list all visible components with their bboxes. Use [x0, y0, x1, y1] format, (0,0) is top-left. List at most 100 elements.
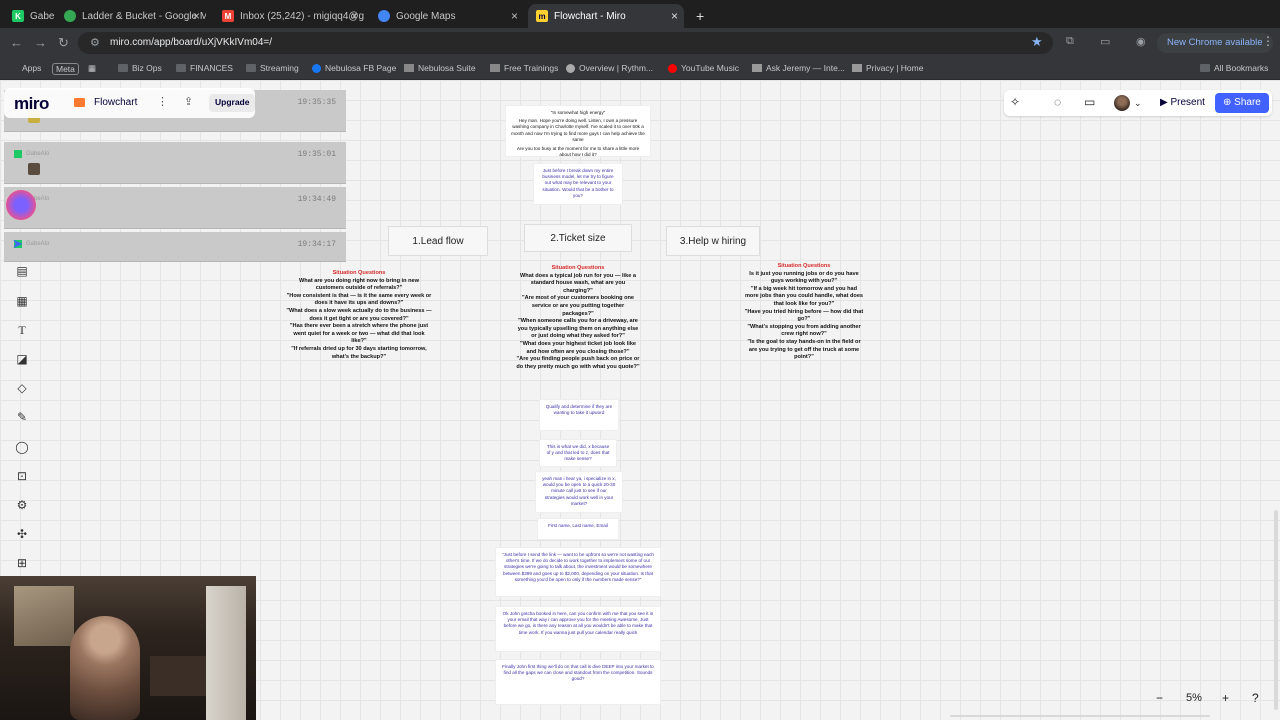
help-hiring-shape[interactable]: 3.Help w hiring	[666, 226, 760, 256]
templates-icon[interactable]: ▤	[13, 262, 31, 280]
sq-line: Is it just you running jobs or do you ha…	[749, 270, 859, 285]
video-icon[interactable]: ▭	[1084, 95, 1095, 109]
shapes-icon[interactable]: ◇	[13, 379, 31, 397]
upgrade-button[interactable]: Upgrade	[209, 94, 256, 112]
sq-heading: Situation Questions	[777, 263, 831, 269]
site-info-icon[interactable]: ⚙	[90, 36, 100, 49]
cast-icon[interactable]: ▭	[1100, 35, 1110, 48]
opener-line1: Hey man. Hope you're doing well. Listen,…	[511, 118, 645, 142]
add-more-icon[interactable]: ⊞	[13, 554, 31, 572]
profile-icon[interactable]: ◉	[1136, 35, 1146, 48]
bookmark-nebulosa-fb[interactable]: Nebulosa FB Page	[312, 63, 396, 73]
situation-questions-lead-flow[interactable]: Situation Questions What are you doing r…	[286, 270, 432, 361]
google-maps-icon	[378, 10, 390, 22]
finally-note[interactable]: Finally John first thing we'll do on tha…	[496, 660, 660, 704]
frame-crop-icon[interactable]: ⊡	[13, 467, 31, 485]
bookmark-nebulosa-suite[interactable]: Nebulosa Suite	[404, 63, 476, 73]
apps-grid-icon[interactable]: ▦	[88, 63, 96, 74]
apps-icon[interactable]: ⚙	[13, 496, 31, 514]
board-menu-icon[interactable]: ⋮	[157, 95, 168, 108]
ok-john-note[interactable]: Ok John gotcha booked in here, can you c…	[496, 607, 660, 651]
page-icon	[490, 64, 500, 72]
horizontal-scrollbar[interactable]	[950, 715, 1210, 717]
new-tab-button[interactable]: +	[688, 4, 708, 28]
tab-google-maps[interactable]: Google Maps ×	[370, 4, 524, 28]
sq-line: "What does your highest ticket job look …	[519, 340, 637, 355]
help-icon[interactable]: ?	[1252, 691, 1259, 705]
kajabi-icon: K	[12, 10, 24, 22]
vertical-scrollbar[interactable]	[1274, 510, 1278, 710]
this-is-what-we-did-note[interactable]: This is what we did, x because of y and …	[540, 440, 616, 466]
bookmark-streaming[interactable]: Streaming	[246, 63, 299, 73]
comment-icon[interactable]: ◯	[13, 438, 31, 456]
ticket-size-shape[interactable]: 2.Ticket size	[524, 224, 632, 252]
sq-line: "What does a slow week actually do to th…	[286, 307, 432, 322]
before-breakdown-note[interactable]: Just before I break down my entire busin…	[534, 164, 622, 204]
situation-questions-hiring[interactable]: Situation Questions Is it just you runni…	[744, 263, 864, 362]
opener-title: "In somewhat high energy"	[550, 110, 606, 115]
chrome-menu-icon[interactable]: ⋮	[1262, 34, 1274, 48]
share-button[interactable]: ⊕ Share	[1215, 93, 1269, 113]
back-icon[interactable]: ←	[10, 35, 23, 50]
reload-icon[interactable]: ↻	[58, 35, 69, 51]
close-icon[interactable]: ×	[671, 9, 678, 23]
pen-icon[interactable]: ✎	[13, 408, 31, 426]
bookmark-apps[interactable]: Apps	[22, 63, 41, 73]
chat-sender: GabeAlo	[14, 150, 49, 158]
bookmark-star-icon[interactable]: ★	[1031, 34, 1043, 50]
chat-icon[interactable]: ◌	[1054, 95, 1061, 109]
sticky-note-icon[interactable]: ◪	[13, 350, 31, 368]
cursor-arrow-icon[interactable]: ➤	[12, 236, 23, 252]
connector-icon[interactable]: ✣	[13, 525, 31, 543]
extensions-icon[interactable]: ⧉	[1066, 35, 1074, 48]
bookmark-overview-rythm[interactable]: Overview | Rythm...	[566, 63, 653, 73]
opener-note[interactable]: "In somewhat high energy" Hey man. Hope …	[506, 106, 650, 157]
tab-ladder-bucket[interactable]: Ladder & Bucket - Google M ×	[56, 4, 206, 28]
url-field[interactable]: ⚙ miro.com/app/board/uXjVKkIVm04=/	[78, 32, 1053, 54]
bookmark-youtube-music[interactable]: YouTube Music	[668, 63, 739, 73]
frame-icon[interactable]: ▦	[13, 292, 31, 310]
sq-line: "What's stopping you from adding another…	[747, 323, 861, 338]
board-name[interactable]: Flowchart	[94, 97, 137, 108]
tab-flowchart-miro[interactable]: m Flowchart - Miro ×	[528, 4, 684, 28]
close-icon[interactable]: ×	[193, 9, 200, 23]
text-icon[interactable]: T	[13, 321, 31, 339]
present-button[interactable]: ▶ Present	[1154, 93, 1211, 113]
yeah-man-note[interactable]: yeah man i hear ya, i specialize in x, w…	[536, 472, 622, 512]
close-icon[interactable]: ×	[511, 9, 518, 23]
bookmark-biz-ops[interactable]: Biz Ops	[118, 63, 162, 73]
tab-label: Flowchart - Miro	[554, 10, 626, 22]
bookmark-meta[interactable]: Meta	[52, 63, 79, 75]
webcam-background-door	[206, 586, 246, 720]
first-name-note[interactable]: First name, Last name, Email	[538, 519, 618, 539]
forward-icon[interactable]: →	[34, 35, 47, 50]
zoom-out-button[interactable]: −	[1156, 691, 1163, 705]
before-link-note[interactable]: "Just before I send the link — want to b…	[496, 548, 660, 596]
user-avatar[interactable]	[1114, 95, 1130, 111]
folder-icon	[1200, 64, 1210, 72]
zoom-in-button[interactable]: +	[1222, 691, 1229, 705]
bookmark-privacy-home[interactable]: Privacy | Home	[852, 63, 923, 73]
assistant-avatar-icon[interactable]	[6, 190, 36, 220]
bookmark-ask-jeremy[interactable]: Ask Jeremy — Inte...	[752, 63, 845, 73]
webcam-background-shelf	[150, 656, 206, 696]
all-bookmarks[interactable]: All Bookmarks	[1200, 63, 1268, 73]
chevron-down-icon[interactable]: ⌄	[1134, 98, 1142, 109]
lead-flow-shape[interactable]: 1.Lead flow	[388, 226, 488, 256]
tab-inbox[interactable]: M Inbox (25,242) - migiqq4@gr ×	[214, 4, 364, 28]
situation-questions-ticket-size[interactable]: Situation Questions What does a typical …	[516, 265, 640, 371]
bookmark-finances[interactable]: FINANCES	[176, 63, 233, 73]
qualify-note[interactable]: Qualify and determine if they are wantin…	[540, 400, 618, 430]
sq-line: What are you doing right now to bring in…	[299, 277, 419, 292]
miro-logo[interactable]: miro	[14, 94, 49, 114]
close-icon[interactable]: ×	[351, 9, 358, 23]
present-label: Present	[1170, 97, 1205, 108]
bookmark-free-trainings[interactable]: Free Trainings	[490, 63, 558, 73]
webcam-overlay	[0, 576, 256, 720]
reactions-icon[interactable]: ✧	[1010, 95, 1020, 109]
zoom-level[interactable]: 5%	[1186, 692, 1202, 704]
new-chrome-available-button[interactable]: New Chrome available	[1157, 33, 1273, 53]
chat-card: GabeAlo 19:34:17	[4, 232, 346, 262]
export-icon[interactable]: ⇪	[184, 95, 193, 108]
tab-gabealo[interactable]: K GabeAlo	[4, 4, 54, 28]
